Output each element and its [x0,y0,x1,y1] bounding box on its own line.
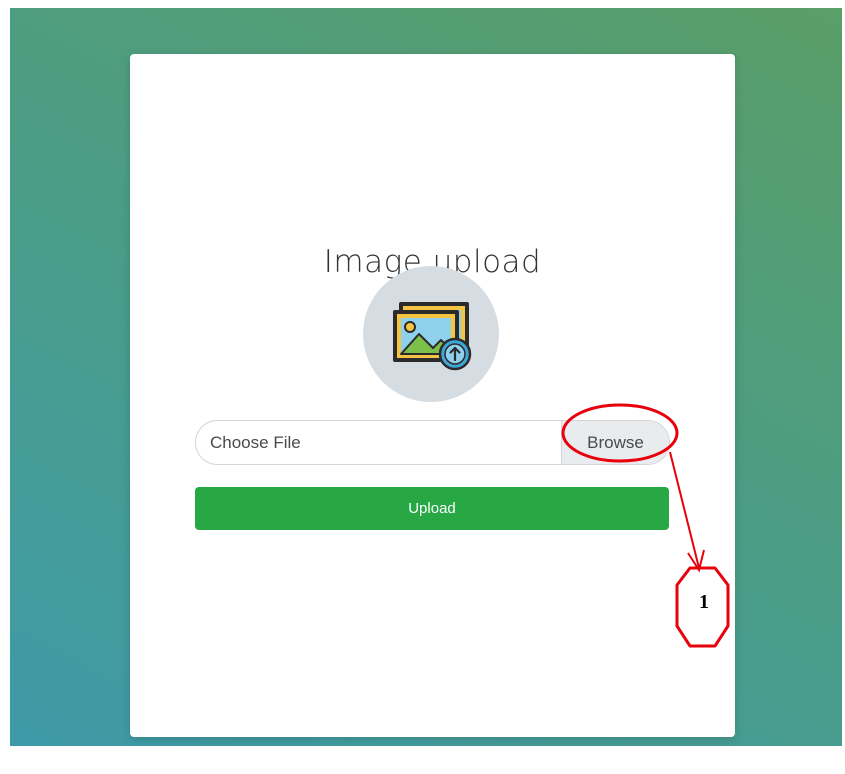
annotation-marker-label: 1 [699,591,709,613]
file-input[interactable]: Choose File Browse [195,420,670,465]
upload-button[interactable]: Upload [195,487,669,530]
browse-button[interactable]: Browse [561,421,669,464]
image-upload-icon [363,266,499,402]
upload-card: Image upload Choose File Browse Upload [130,54,735,737]
page-background: Image upload Choose File Browse Upload [10,8,842,746]
file-input-placeholder: Choose File [210,433,301,452]
